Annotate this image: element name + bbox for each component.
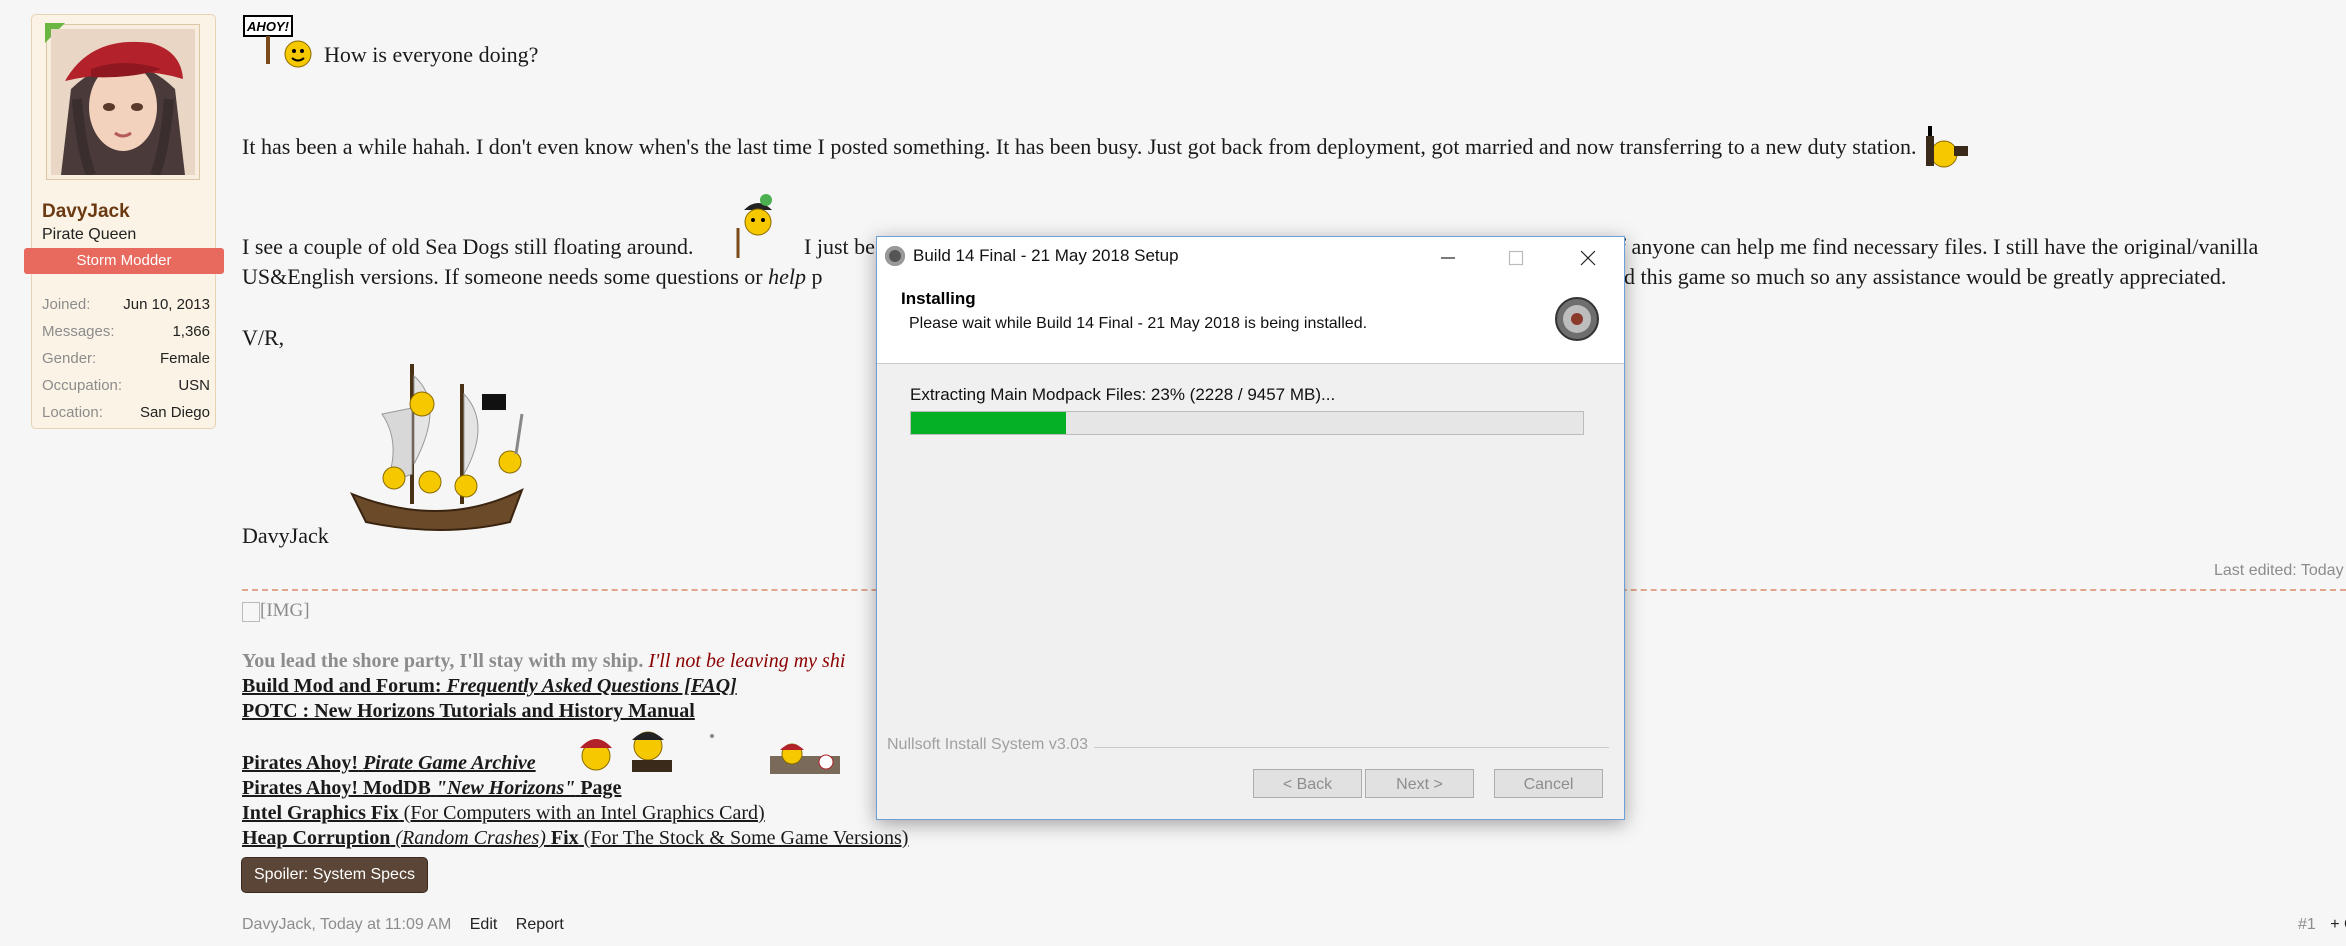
stat-occupation: Occupation: USN	[42, 377, 210, 394]
user-title: Pirate Queen	[42, 226, 137, 243]
dialog-body: Extracting Main Modpack Files: 23% (2228…	[877, 364, 1624, 819]
dialog-title: Build 14 Final - 21 May 2018 Setup	[913, 246, 1179, 265]
post-closing: V/R,	[242, 325, 285, 350]
edit-link[interactable]: Edit	[470, 916, 498, 933]
stat-gender: Gender: Female	[42, 350, 210, 367]
close-icon	[1580, 250, 1596, 266]
post-footer: DavyJack, Today at 11:09 AM Edit Report	[242, 916, 564, 934]
post-paragraph-2b: I just be	[804, 234, 875, 259]
next-button[interactable]: Next >	[1365, 769, 1474, 798]
dialog-subheading: Please wait while Build 14 Final - 21 Ma…	[909, 315, 1368, 332]
heap-fix-link[interactable]: Heap Corruption (Random Crashes) Fix (Fo…	[242, 827, 908, 850]
ahoy-smiley-icon: AHOY!	[243, 15, 312, 68]
post-signature-name: DavyJack	[242, 523, 329, 548]
stat-joined: Joined: Jun 10, 2013	[42, 296, 210, 313]
spoiler-button[interactable]: Spoiler: System Specs	[242, 858, 427, 892]
avatar-image	[51, 29, 195, 175]
post-paragraph-1: It has been a while hahah. I don't even …	[242, 126, 1972, 172]
last-edited: Last edited: Today	[2214, 562, 2344, 579]
spyglass-smiley-icon	[1925, 126, 1968, 168]
game-archive-link[interactable]: Pirates Ahoy! Pirate Game Archive	[242, 752, 536, 775]
signature-motto: You lead the shore party, I'll stay with…	[242, 650, 846, 672]
installer-app-icon	[885, 246, 905, 266]
moddb-link[interactable]: Pirates Ahoy! ModDB "New Horizons" Page	[242, 777, 621, 800]
dialog-heading: Installing	[901, 289, 976, 308]
post-paragraph-2c: g if anyone can help me find necessary f…	[1596, 234, 2259, 259]
dialog-titlebar[interactable]: Build 14 Final - 21 May 2018 Setup	[877, 237, 1624, 277]
install-progress-bar	[910, 411, 1584, 435]
close-button[interactable]	[1554, 237, 1622, 277]
back-button[interactable]: < Back	[1253, 769, 1362, 798]
installer-logo-icon	[1555, 297, 1599, 341]
faq-link[interactable]: Build Mod and Forum: Frequently Asked Qu…	[242, 675, 737, 698]
intel-fix-link[interactable]: Intel Graphics Fix (For Computers with a…	[242, 802, 765, 825]
svg-text:AHOY!: AHOY!	[246, 19, 290, 34]
broken-image-icon	[242, 601, 260, 622]
post-paragraph-3a: US&English versions. If someone needs so…	[242, 264, 823, 289]
post-greeting: How is everyone doing?	[324, 42, 539, 67]
report-link[interactable]: Report	[516, 916, 564, 933]
parrot-pirate-smiley-icon	[736, 194, 772, 258]
maximize-button	[1482, 237, 1550, 277]
user-stats: Joined: Jun 10, 2013 Messages: 1,366 Gende…	[42, 291, 210, 426]
username[interactable]: DavyJack	[42, 201, 130, 223]
installer-brand: Nullsoft Install System v3.03	[887, 736, 1094, 754]
post-number[interactable]: #1 + C	[2298, 916, 2346, 934]
post-paragraph-2a: I see a couple of old Sea Dogs still flo…	[242, 234, 694, 259]
pirate-ship-image	[349, 364, 524, 531]
post-meta[interactable]: DavyJack, Today at 11:09 AM	[242, 916, 451, 933]
user-banner: Storm Modder	[24, 248, 224, 274]
installer-dialog: Build 14 Final - 21 May 2018 Setup Insta…	[876, 236, 1625, 820]
minimize-button[interactable]	[1414, 237, 1482, 277]
dialog-header: Installing Please wait while Build 14 Fi…	[877, 277, 1624, 364]
stat-location: Location: San Diego	[42, 404, 210, 421]
cancel-button[interactable]: Cancel	[1494, 769, 1603, 798]
avatar[interactable]	[45, 23, 200, 180]
pirate-crew-icon	[770, 743, 840, 774]
tutorials-link[interactable]: POTC : New Horizons Tutorials and Histor…	[242, 700, 695, 723]
maximize-icon	[1508, 251, 1524, 266]
minimize-icon	[1441, 257, 1455, 259]
install-status: Extracting Main Modpack Files: 23% (2228…	[910, 385, 1336, 404]
user-card: DavyJack Pirate Queen Storm Modder Joine…	[24, 14, 224, 429]
pirate-smileys-icon	[580, 731, 714, 772]
post-paragraph-3c: d this game so much so any assistance wo…	[1624, 264, 2227, 289]
stat-messages: Messages: 1,366	[42, 323, 210, 340]
broken-image: [IMG]	[242, 600, 310, 622]
install-progress-fill	[911, 412, 1066, 434]
